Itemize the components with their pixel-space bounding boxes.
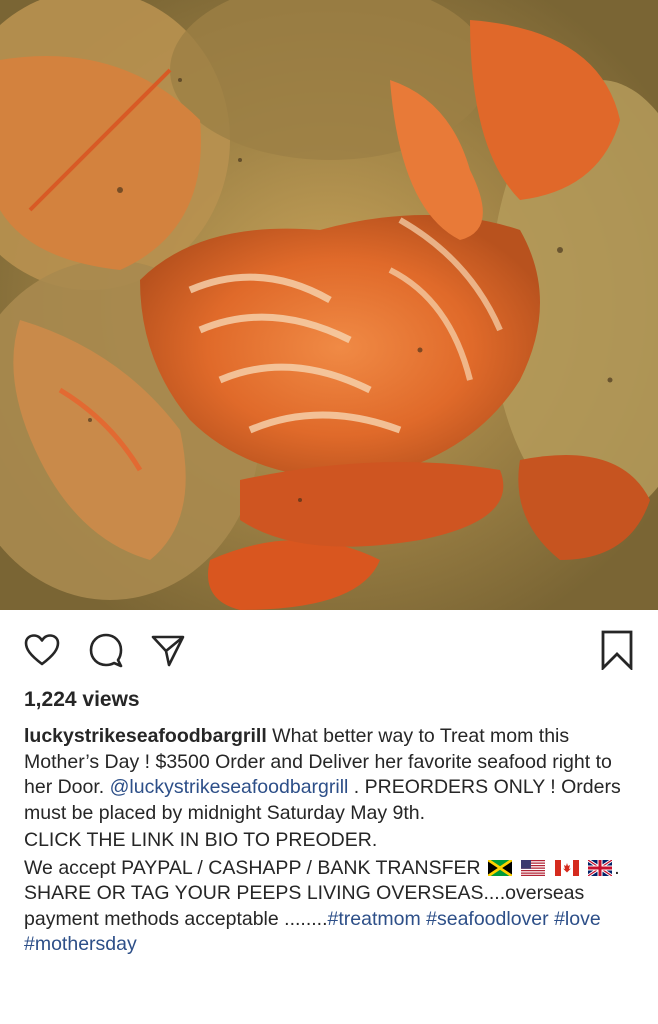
- seafood-image: [0, 0, 658, 610]
- caption-paragraph-3: We accept PAYPAL / CASHAPP / BANK TRANSF…: [24, 856, 636, 958]
- jamaica-flag-icon: [488, 859, 513, 876]
- usa-flag-icon: [521, 859, 546, 876]
- caption-paragraph-1: luckystrikeseafoodbargrill What better w…: [24, 724, 636, 826]
- post-photo[interactable]: [0, 0, 658, 610]
- caption-mention[interactable]: @luckystrikeseafoodbargrill: [110, 776, 349, 798]
- paper-plane-icon[interactable]: [148, 630, 188, 670]
- views-count[interactable]: 1,224 views: [24, 688, 140, 712]
- action-bar: [0, 610, 658, 688]
- hashtag-mothersday[interactable]: #mothersday: [24, 933, 137, 955]
- hashtag-love[interactable]: #love: [554, 908, 601, 930]
- hashtag-seafoodlover[interactable]: #seafoodlover: [426, 908, 549, 930]
- caption-paragraph-2: CLICK THE LINK IN BIO TO PREODER.: [24, 829, 378, 851]
- post-caption: luckystrikeseafoodbargrill What better w…: [24, 724, 636, 958]
- uk-flag-icon: [588, 859, 613, 876]
- comment-icon[interactable]: [86, 630, 126, 670]
- caption-text-3a: We accept PAYPAL / CASHAPP / BANK TRANSF…: [24, 856, 481, 879]
- heart-icon[interactable]: [22, 630, 62, 670]
- caption-username[interactable]: luckystrikeseafoodbargrill: [24, 725, 267, 747]
- hashtag-treatmom[interactable]: #treatmom: [328, 908, 421, 930]
- bookmark-icon[interactable]: [597, 630, 637, 670]
- canada-flag-icon: [554, 859, 579, 876]
